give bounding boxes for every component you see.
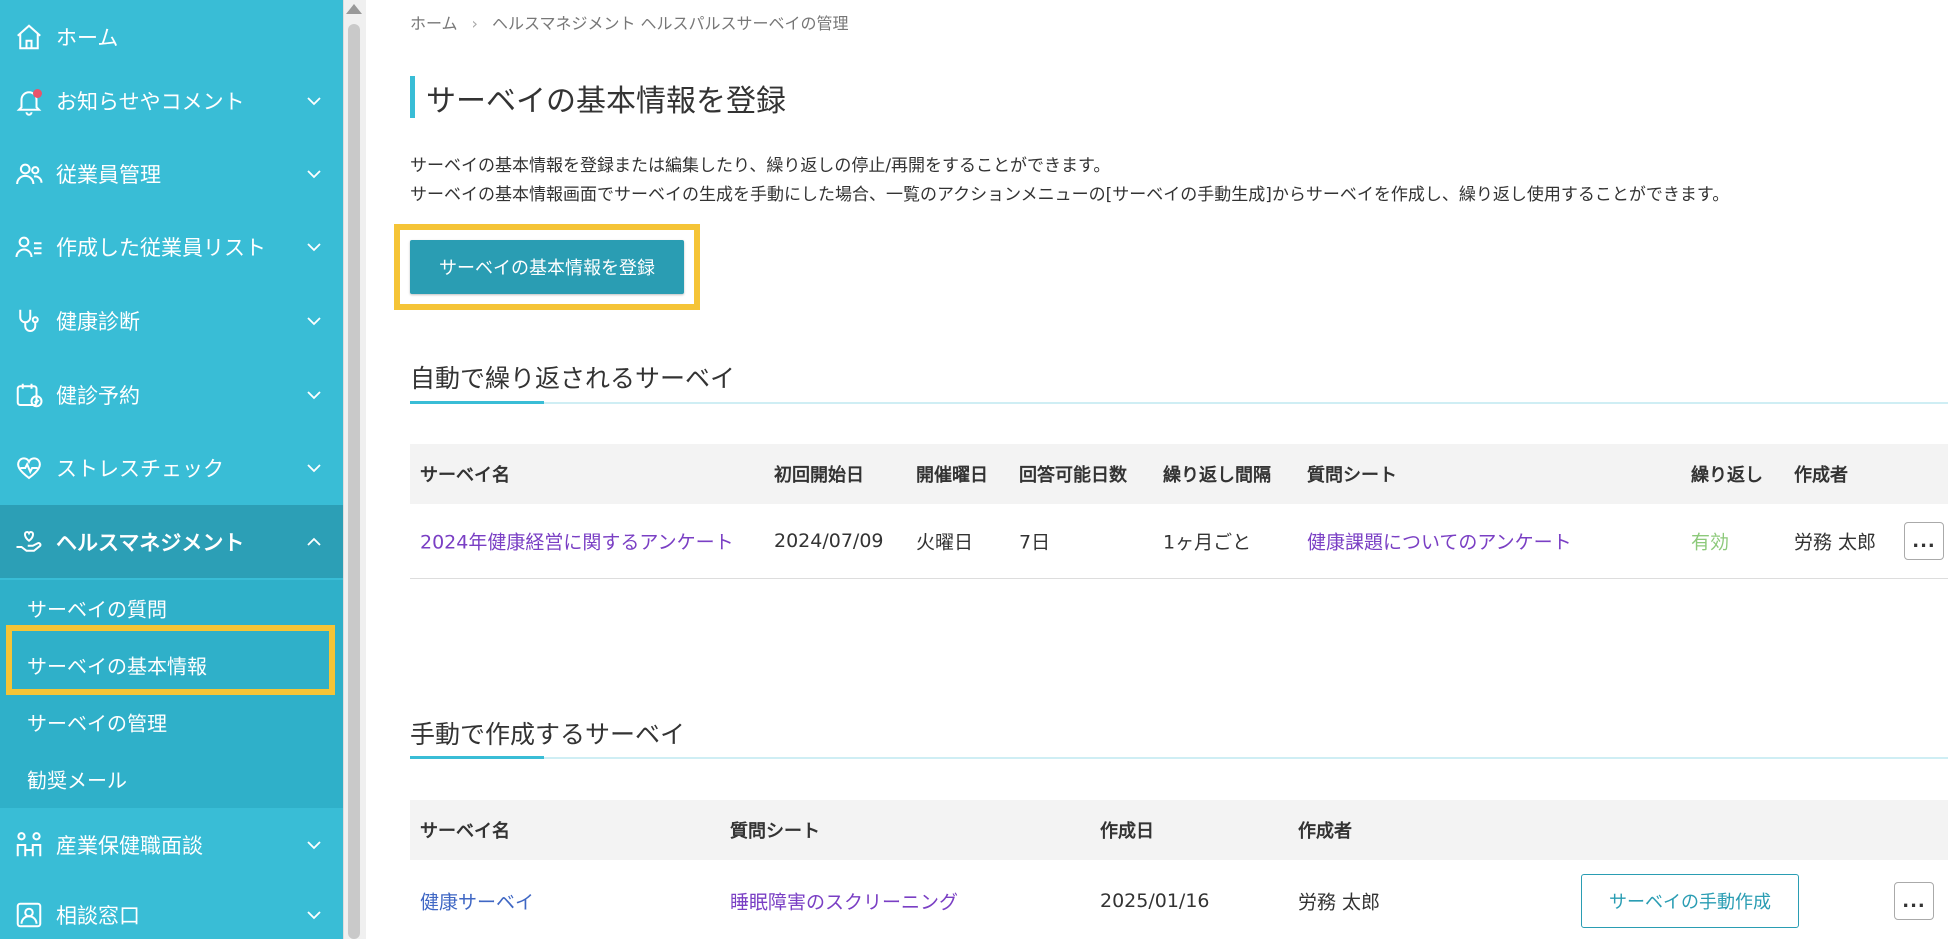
title-accent-bar — [410, 76, 415, 118]
th-repeat: 繰り返し — [1691, 465, 1763, 486]
users-icon — [14, 159, 44, 189]
submenu-survey-basic-info[interactable]: サーベイの基本情報 — [0, 637, 343, 693]
nav-home[interactable]: ホーム — [0, 0, 343, 73]
nav-label: 相談窓口 — [56, 903, 140, 928]
health-hand-icon — [14, 527, 44, 557]
user-list-icon — [14, 232, 44, 262]
nav-health-checkup[interactable]: 健康診断 — [0, 284, 343, 357]
question-sheet-link[interactable]: 睡眠障害のスクリーニング — [730, 888, 958, 915]
repeat-interval: 1ヶ月ごと — [1163, 531, 1252, 554]
sidebar: ホーム お知らせやコメント 従業員管理 作成した従業員リスト 健康診断 健診予約… — [0, 0, 343, 939]
breadcrumb-home[interactable]: ホーム — [410, 14, 458, 33]
chevron-down-icon — [305, 906, 323, 924]
nav-checkup-reservation[interactable]: 健診予約 — [0, 358, 343, 431]
chevron-down-icon — [305, 238, 323, 256]
survey-name-link[interactable]: 健康サーベイ — [420, 888, 534, 915]
repeat-status: 有効 — [1691, 531, 1730, 554]
nav-health-management[interactable]: ヘルスマネジメント — [0, 505, 343, 578]
nav-label: 健診予約 — [56, 383, 140, 408]
nav-occupational-health-interview[interactable]: 産業保健職面談 — [0, 808, 343, 881]
section-divider — [410, 401, 1948, 404]
nav-label: 産業保健職面談 — [56, 833, 203, 858]
submenu-survey-questions[interactable]: サーベイの質問 — [0, 580, 343, 636]
th-start-date: 初回開始日 — [774, 465, 864, 486]
th-author: 作成者 — [1298, 821, 1352, 842]
manual-create-survey-button[interactable]: サーベイの手動作成 — [1581, 874, 1799, 928]
start-date: 2024/07/09 — [774, 530, 884, 552]
nav-label: ヘルスマネジメント — [56, 530, 245, 555]
th-survey-name: サーベイ名 — [420, 821, 510, 842]
nav-label: ストレスチェック — [56, 456, 224, 481]
th-question-sheet: 質問シート — [730, 821, 820, 842]
manual-section-title: 手動で作成するサーベイ — [410, 720, 686, 749]
chevron-down-icon — [305, 92, 323, 110]
chevron-up-icon — [305, 533, 323, 551]
author: 労務 太郎 — [1794, 531, 1877, 554]
th-question-sheet: 質問シート — [1307, 465, 1397, 486]
author: 労務 太郎 — [1298, 891, 1381, 914]
consult-icon — [14, 900, 44, 930]
nav-employee-lists[interactable]: 作成した従業員リスト — [0, 210, 343, 283]
th-author: 作成者 — [1794, 465, 1848, 486]
breadcrumb-current: ヘルスマネジメント ヘルスパルスサーベイの管理 — [491, 14, 849, 33]
home-icon — [14, 22, 44, 52]
nav-employee-management[interactable]: 従業員管理 — [0, 137, 343, 210]
submenu-reminder-mail[interactable]: 勧奨メール — [0, 751, 343, 807]
nav-stress-check[interactable]: ストレスチェック — [0, 431, 343, 504]
table-row: 2024年健康経営に関するアンケート 2024/07/09 火曜日 7日 1ヶ月… — [410, 504, 1948, 579]
scrollbar-thumb[interactable] — [348, 24, 360, 939]
nav-notifications[interactable]: お知らせやコメント — [0, 64, 343, 137]
auto-table-header: サーベイ名 初回開始日 開催曜日 回答可能日数 繰り返し間隔 質問シート 繰り返… — [410, 444, 1948, 504]
survey-name-link[interactable]: 2024年健康経営に関するアンケート — [420, 528, 734, 555]
weekday: 火曜日 — [916, 531, 974, 554]
th-survey-name: サーベイ名 — [420, 465, 510, 486]
description-line-1: サーベイの基本情報を登録または編集したり、繰り返しの停止/再開をすることができま… — [410, 156, 1111, 176]
submenu-survey-management[interactable]: サーベイの管理 — [0, 694, 343, 750]
auto-section-title: 自動で繰り返されるサーベイ — [410, 364, 736, 393]
page-title: サーベイの基本情報を登録 — [426, 84, 786, 119]
breadcrumb: ホーム › ヘルスマネジメント ヘルスパルスサーベイの管理 — [410, 10, 849, 34]
breadcrumb-separator-icon: › — [471, 14, 478, 33]
th-created-date: 作成日 — [1100, 821, 1154, 842]
chevron-down-icon — [305, 836, 323, 854]
bell-icon — [14, 86, 44, 116]
nav-label: 作成した従業員リスト — [56, 235, 266, 260]
health-management-submenu: サーベイの質問 サーベイの基本情報 サーベイの管理 勧奨メール — [0, 580, 343, 808]
nav-label: お知らせやコメント — [56, 89, 245, 114]
nav-label: 健康診断 — [56, 309, 140, 334]
stethoscope-icon — [14, 306, 44, 336]
meeting-icon — [14, 830, 44, 860]
chevron-down-icon — [305, 165, 323, 183]
more-actions-button[interactable]: ... — [1904, 522, 1944, 560]
section-divider — [410, 756, 1948, 759]
calendar-check-icon — [14, 380, 44, 410]
question-sheet-link[interactable]: 健康課題についてのアンケート — [1307, 528, 1572, 555]
notification-dot — [33, 88, 42, 98]
nav-label: 従業員管理 — [56, 162, 161, 187]
chevron-down-icon — [305, 459, 323, 477]
created-date: 2025/01/16 — [1100, 890, 1210, 912]
th-repeat-interval: 繰り返し間隔 — [1163, 465, 1271, 486]
th-answer-days: 回答可能日数 — [1019, 465, 1127, 486]
description-line-2: サーベイの基本情報画面でサーベイの生成を手動にした場合、一覧のアクションメニュー… — [410, 185, 1730, 205]
register-basic-info-button[interactable]: サーベイの基本情報を登録 — [410, 240, 684, 294]
answer-days: 7日 — [1019, 531, 1051, 554]
heart-icon — [14, 453, 44, 483]
chevron-down-icon — [305, 312, 323, 330]
th-weekday: 開催曜日 — [916, 465, 988, 486]
nav-label: ホーム — [56, 25, 119, 50]
more-actions-button[interactable]: ... — [1894, 882, 1934, 920]
scroll-up-arrow-icon[interactable] — [346, 4, 362, 14]
chevron-down-icon — [305, 386, 323, 404]
main-content: ホーム › ヘルスマネジメント ヘルスパルスサーベイの管理 サーベイの基本情報を登録… — [366, 0, 1948, 939]
nav-consultation[interactable]: 相談窓口 — [0, 878, 343, 939]
table-row: 健康サーベイ 睡眠障害のスクリーニング 2025/01/16 労務 太郎 サーベ… — [410, 864, 1948, 938]
manual-table-header: サーベイ名 質問シート 作成日 作成者 — [410, 800, 1948, 860]
